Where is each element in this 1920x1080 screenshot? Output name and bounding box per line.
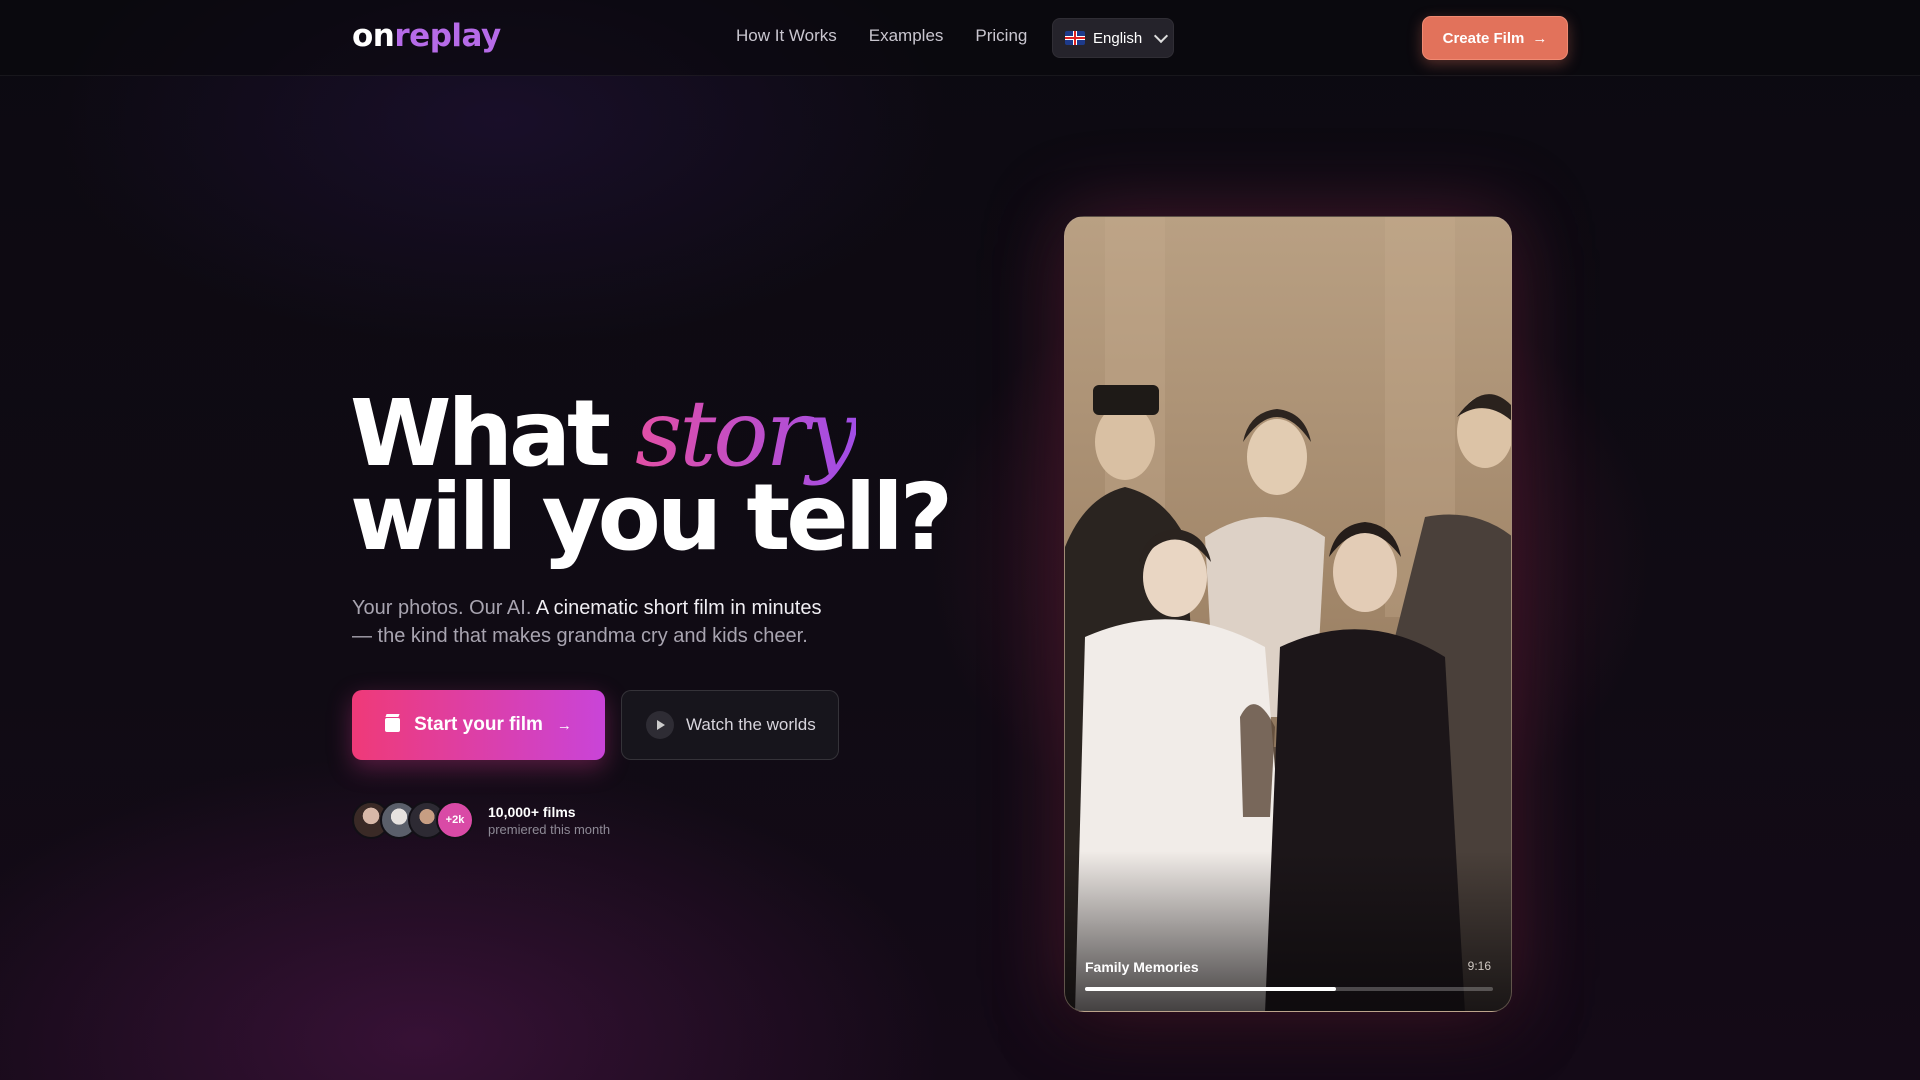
more-users-badge: +2k [436,801,474,839]
arrow-right-icon: → [1532,29,1548,47]
video-title: Family Memories [1085,959,1199,975]
start-your-film-button[interactable]: Start your film → [352,690,605,760]
language-selector[interactable]: English [1052,18,1174,58]
nav-link-pricing[interactable]: Pricing [975,26,1027,46]
subtitle-plain: Your photos. Our AI. [352,597,532,619]
subtitle-highlight: A cinematic short film in minutes [535,597,822,619]
flag-uk-icon [1065,31,1085,45]
language-label: English [1093,29,1143,47]
start-your-film-label: Start your film [414,714,543,735]
create-film-label: Create Film [1442,29,1525,47]
create-film-button[interactable]: Create Film → [1422,16,1568,60]
films-count: 10,000+ films [488,803,576,820]
watch-the-worlds-label: Watch the worlds [686,715,816,734]
nav-link-examples[interactable]: Examples [869,26,944,46]
play-icon [646,711,674,739]
nav-link-how-it-works[interactable]: How It Works [736,26,837,46]
watch-the-worlds-button[interactable]: Watch the worlds [621,690,839,760]
film-icon [385,718,401,732]
logo[interactable]: onreplay [352,18,501,54]
video-progress-bar[interactable] [1085,987,1493,991]
logo-part-replay: replay [394,18,501,54]
video-aspect-label: 9:16 [1467,959,1491,973]
hero-title: What story will you tell? [350,388,953,564]
logo-part-on: on [352,18,395,54]
top-nav: onreplay How It Works Examples Pricing E… [0,0,1920,76]
social-proof: +2k 10,000+ films premiered this month [352,800,610,840]
subtitle-rest: — the kind that makes grandma cry and ki… [352,625,808,647]
films-caption: premiered this month [488,821,611,837]
video-progress-fill [1085,987,1336,991]
arrow-right-icon: → [556,716,572,734]
social-proof-text: 10,000+ films premiered this month [488,803,610,838]
chevron-down-icon [1154,28,1169,43]
video-preview-card[interactable]: Family Memories 9:16 [1064,216,1512,1012]
hero-title-line2: will you tell? [350,464,953,571]
hero-subtitle: Your photos. Our AI. A cinematic short f… [352,594,872,650]
nav-links: How It Works Examples Pricing [736,26,1027,46]
